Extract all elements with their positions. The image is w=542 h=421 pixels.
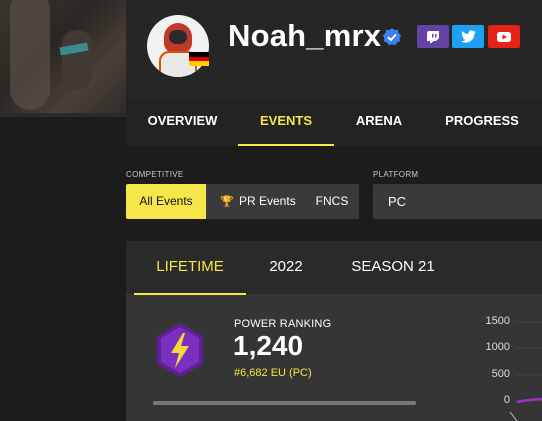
youtube-link-button[interactable] bbox=[488, 25, 520, 48]
tab-season-21[interactable]: SEASON 21 bbox=[338, 241, 448, 295]
profile-banner-image bbox=[0, 0, 126, 117]
youtube-icon bbox=[497, 31, 511, 42]
competitive-filter-group: All Events 🏆 PR Events FNCS bbox=[126, 184, 359, 219]
season-tabs: LIFETIME 2022 SEASON 21 bbox=[126, 241, 542, 295]
twitch-link-button[interactable] bbox=[417, 25, 449, 48]
power-ranking-rank: #6,682 EU (PC) bbox=[234, 367, 312, 379]
avatar[interactable] bbox=[147, 15, 209, 77]
germany-flag-icon bbox=[189, 52, 209, 66]
platform-label: PLATFORM bbox=[373, 170, 419, 179]
power-ranking-chart bbox=[509, 321, 542, 421]
all-events-button[interactable]: All Events bbox=[126, 184, 206, 219]
power-ranking-progress-bar bbox=[153, 401, 416, 405]
platform-select[interactable]: PC bbox=[373, 184, 542, 219]
twitter-icon bbox=[460, 30, 476, 43]
power-ranking-title: POWER RANKING bbox=[234, 318, 332, 330]
trophy-icon: 🏆 bbox=[220, 196, 234, 208]
power-ranking-value: 1,240 bbox=[233, 330, 304, 361]
lightning-bolt-icon bbox=[157, 323, 203, 377]
twitter-link-button[interactable] bbox=[452, 25, 484, 48]
tab-arena[interactable]: ARENA bbox=[344, 100, 414, 146]
tab-2022[interactable]: 2022 bbox=[258, 241, 314, 295]
verified-check-icon bbox=[383, 28, 401, 46]
pr-events-label: PR Events bbox=[239, 194, 296, 208]
profile-nav: OVERVIEW EVENTS ARENA PROGRESS bbox=[126, 100, 542, 146]
competitive-label: COMPETITIVE bbox=[126, 170, 184, 179]
app-root: Noah_mrx OVERVIEW EVENTS ARENA PROGRESS … bbox=[0, 0, 542, 421]
tab-lifetime[interactable]: LIFETIME bbox=[134, 241, 246, 295]
twitch-icon bbox=[427, 30, 439, 43]
tab-events[interactable]: EVENTS bbox=[238, 100, 334, 146]
tab-overview[interactable]: OVERVIEW bbox=[136, 100, 229, 146]
fncs-button[interactable]: FNCS bbox=[309, 184, 355, 219]
tab-progress[interactable]: PROGRESS bbox=[436, 100, 528, 146]
platform-value: PC bbox=[388, 194, 407, 209]
username: Noah_mrx bbox=[228, 18, 382, 53]
left-gutter bbox=[0, 117, 126, 421]
pr-events-button[interactable]: 🏆 PR Events bbox=[212, 184, 304, 219]
